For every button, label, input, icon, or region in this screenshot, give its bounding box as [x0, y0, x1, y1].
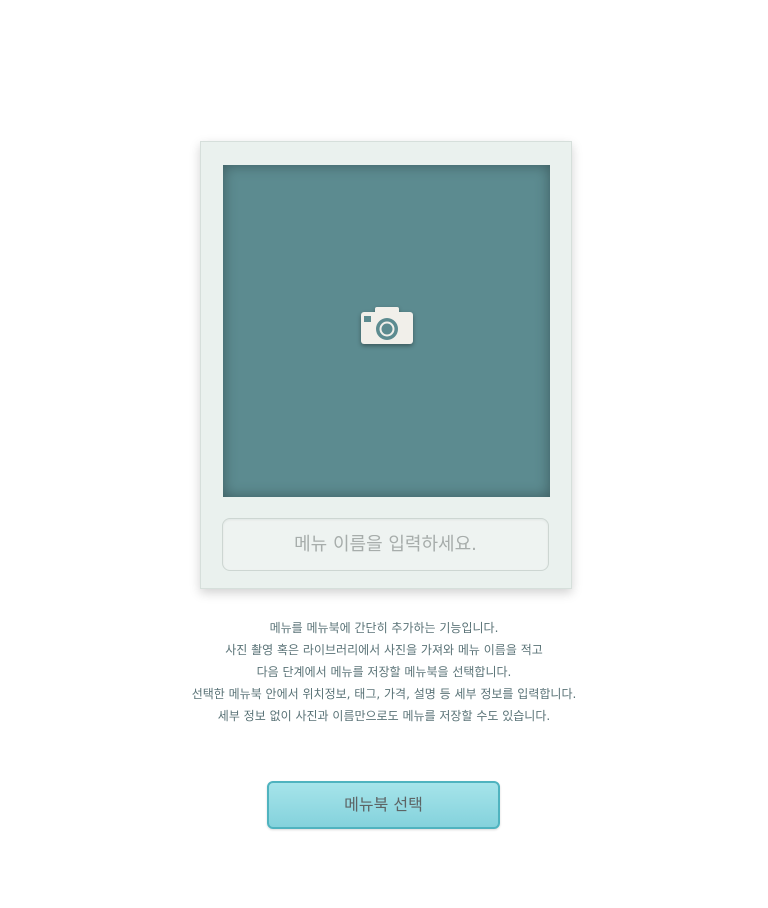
description-line: 선택한 메뉴북 안에서 위치정보, 태그, 가격, 설명 등 세부 정보를 입력… — [191, 687, 577, 701]
description-text: 메뉴를 메뉴북에 간단히 추가하는 기능입니다. 사진 촬영 혹은 라이브러리에… — [0, 617, 768, 727]
description-line: 다음 단계에서 메뉴를 저장할 메뉴북을 선택합니다. — [256, 665, 512, 679]
photo-picker[interactable] — [223, 165, 550, 497]
add-menu-page: 메뉴를 메뉴북에 간단히 추가하는 기능입니다. 사진 촬영 혹은 라이브러리에… — [0, 0, 768, 908]
select-menubook-button[interactable]: 메뉴북 선택 — [267, 781, 500, 829]
description-line: 사진 촬영 혹은 라이브러리에서 사진을 가져와 메뉴 이름을 적고 — [225, 643, 543, 657]
menu-name-input[interactable] — [222, 518, 549, 571]
camera-icon — [361, 307, 413, 344]
description-line: 세부 정보 없이 사진과 이름만으로도 메뉴를 저장할 수도 있습니다. — [217, 709, 551, 723]
description-line: 메뉴를 메뉴북에 간단히 추가하는 기능입니다. — [269, 621, 499, 635]
photo-card — [200, 141, 572, 589]
